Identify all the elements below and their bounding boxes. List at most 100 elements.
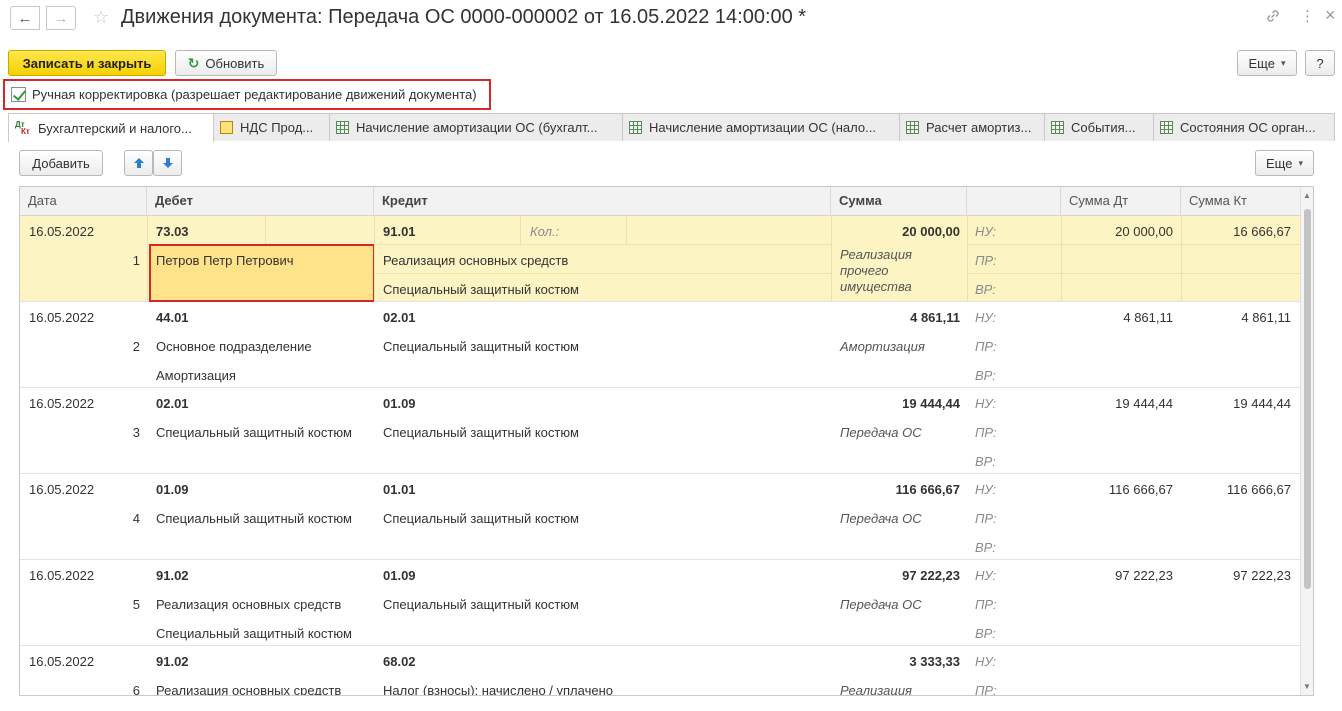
cell-line-number[interactable]: 6 [80, 683, 140, 695]
cell-sum-kt[interactable]: 16 666,67 [1181, 224, 1291, 240]
back-button[interactable]: ← [10, 6, 40, 30]
label-vr[interactable]: ВР: [975, 540, 1015, 556]
cell-line-number[interactable]: 2 [80, 339, 140, 355]
cell-credit-account[interactable]: 01.01 [383, 482, 513, 498]
cell-date[interactable]: 16.05.2022 [29, 310, 139, 326]
cell-debit-account[interactable]: 02.01 [156, 396, 356, 412]
cell-line-number[interactable]: 4 [80, 511, 140, 527]
cell-debit-subconto-2[interactable]: Специальный защитный костюм [156, 626, 366, 642]
scroll-thumb[interactable] [1304, 209, 1311, 589]
table-row[interactable]: 16.05.2022 6 91.02 Реализация основных сред… [20, 646, 1300, 695]
col-credit[interactable]: Кредит [374, 187, 831, 216]
scroll-up-icon[interactable]: ▲ [1303, 191, 1311, 200]
cell-debit-subconto-1[interactable]: Реализация основных средств [156, 597, 366, 613]
save-and-close-button[interactable]: Записать и закрыть [8, 50, 166, 76]
help-button[interactable]: ? [1305, 50, 1335, 76]
cell-content[interactable]: Передача ОС [840, 511, 960, 527]
cell-line-number[interactable]: 5 [80, 597, 140, 613]
table-row[interactable]: 16.05.2022 1 73.03 Петров Петр Петрович 91.0… [20, 216, 1300, 302]
cell-credit-subconto-2[interactable]: Специальный защитный костюм [383, 282, 813, 298]
label-nu[interactable]: НУ: [975, 396, 1015, 412]
cell-content[interactable]: Амортизация [840, 339, 960, 355]
cell-credit-subconto-1[interactable]: Специальный защитный костюм [383, 597, 813, 613]
scroll-down-icon[interactable]: ▼ [1303, 682, 1311, 691]
col-sum-kt[interactable]: Сумма Кт [1181, 187, 1300, 216]
cell-debit-account[interactable]: 73.03 [156, 224, 356, 240]
label-vr[interactable]: ВР: [975, 626, 1015, 642]
label-pr[interactable]: ПР: [975, 425, 1015, 441]
cell-content[interactable]: Реализация прочего имущества [840, 247, 930, 295]
more-vertical-icon[interactable]: ⋮ [1300, 8, 1315, 26]
cell-sum-kt[interactable]: 97 222,23 [1181, 568, 1291, 584]
cell-debit-account[interactable]: 44.01 [156, 310, 356, 326]
tab-depreciation-accounting[interactable]: Начисление амортизации ОС (бухгалт... [329, 113, 623, 141]
close-icon[interactable]: × [1325, 6, 1336, 24]
cell-sum[interactable]: 3 333,33 [840, 654, 960, 670]
col-debit[interactable]: Дебет [147, 187, 374, 216]
add-button[interactable]: Добавить [19, 150, 103, 176]
cell-sum-dt[interactable]: 19 444,44 [1061, 396, 1173, 412]
cell-debit-subconto-2[interactable]: Амортизация [156, 368, 366, 384]
label-nu[interactable]: НУ: [975, 310, 1015, 326]
cell-credit-account[interactable]: 91.01 [383, 224, 513, 240]
cell-sum[interactable]: 19 444,44 [840, 396, 960, 412]
cell-credit-subconto-1[interactable]: Специальный защитный костюм [383, 425, 813, 441]
label-nu[interactable]: НУ: [975, 568, 1015, 584]
cell-sum-kt[interactable]: 19 444,44 [1181, 396, 1291, 412]
cell-date[interactable]: 16.05.2022 [29, 224, 139, 240]
cell-debit-subconto-1[interactable]: Специальный защитный костюм [156, 425, 366, 441]
cell-debit-subconto-1[interactable]: Специальный защитный костюм [156, 511, 366, 527]
cell-credit-account[interactable]: 02.01 [383, 310, 513, 326]
table-more-button[interactable]: Еще ▾ [1255, 150, 1314, 176]
more-button[interactable]: Еще ▾ [1237, 50, 1297, 76]
cell-debit-account[interactable]: 01.09 [156, 482, 356, 498]
tab-vat-sales[interactable]: НДС Прод... [213, 113, 330, 141]
refresh-button[interactable]: ↻ Обновить [175, 50, 277, 76]
table-row[interactable]: 16.05.2022 5 91.02 Реализация основных сред… [20, 560, 1300, 646]
cell-debit-subconto-1[interactable]: Реализация основных средств [156, 683, 366, 695]
vertical-scrollbar[interactable]: ▲ ▼ [1300, 187, 1313, 695]
table-row[interactable]: 16.05.2022 3 02.01 Специальный защитный кос… [20, 388, 1300, 474]
cell-content[interactable]: Реализация [840, 683, 960, 695]
cell-sum[interactable]: 4 861,11 [840, 310, 960, 326]
cell-credit-account[interactable]: 01.09 [383, 396, 513, 412]
cell-date[interactable]: 16.05.2022 [29, 654, 139, 670]
label-pr[interactable]: ПР: [975, 253, 1015, 269]
label-nu[interactable]: НУ: [975, 482, 1015, 498]
cell-debit-subconto-1[interactable]: Петров Петр Петрович [156, 253, 366, 269]
col-sum-dt[interactable]: Сумма Дт [1061, 187, 1181, 216]
cell-credit-subconto-1[interactable]: Реализация основных средств [383, 253, 813, 269]
cell-debit-account[interactable]: 91.02 [156, 654, 356, 670]
cell-debit-account[interactable]: 91.02 [156, 568, 356, 584]
cell-line-number[interactable]: 1 [80, 253, 140, 269]
cell-credit-subconto-1[interactable]: Налог (взносы): начислено / уплачено [383, 683, 813, 695]
cell-sum[interactable]: 20 000,00 [840, 224, 960, 240]
move-up-button[interactable] [124, 150, 153, 176]
tab-accounting[interactable]: Дт Кт Бухгалтерский и налого... [8, 113, 214, 142]
tab-depreciation-tax[interactable]: Начисление амортизации ОС (нало... [622, 113, 900, 141]
link-icon[interactable] [1265, 8, 1281, 29]
label-nu[interactable]: НУ: [975, 654, 1015, 670]
cell-sum-dt[interactable]: 20 000,00 [1061, 224, 1173, 240]
col-sum[interactable]: Сумма [831, 187, 967, 216]
cell-sum-kt[interactable]: 116 666,67 [1181, 482, 1291, 498]
cell-date[interactable]: 16.05.2022 [29, 568, 139, 584]
label-nu[interactable]: НУ: [975, 224, 1015, 240]
label-pr[interactable]: ПР: [975, 339, 1015, 355]
label-pr[interactable]: ПР: [975, 597, 1015, 613]
favorite-star-icon[interactable]: ☆ [93, 6, 109, 28]
label-vr[interactable]: ВР: [975, 282, 1015, 298]
cell-credit-account[interactable]: 68.02 [383, 654, 513, 670]
tab-depreciation-calc[interactable]: Расчет амортиз... [899, 113, 1045, 141]
cell-content[interactable]: Передача ОС [840, 425, 960, 441]
cell-sum-dt[interactable]: 4 861,11 [1061, 310, 1173, 326]
cell-sum[interactable]: 97 222,23 [840, 568, 960, 584]
cell-credit-account[interactable]: 01.09 [383, 568, 513, 584]
label-vr[interactable]: ВР: [975, 368, 1015, 384]
forward-button[interactable]: → [46, 6, 76, 30]
col-blank[interactable] [967, 187, 1061, 216]
table-row[interactable]: 16.05.2022 4 01.09 Специальный защитный кос… [20, 474, 1300, 560]
label-pr[interactable]: ПР: [975, 511, 1015, 527]
col-date[interactable]: Дата [20, 187, 147, 216]
label-vr[interactable]: ВР: [975, 454, 1015, 470]
